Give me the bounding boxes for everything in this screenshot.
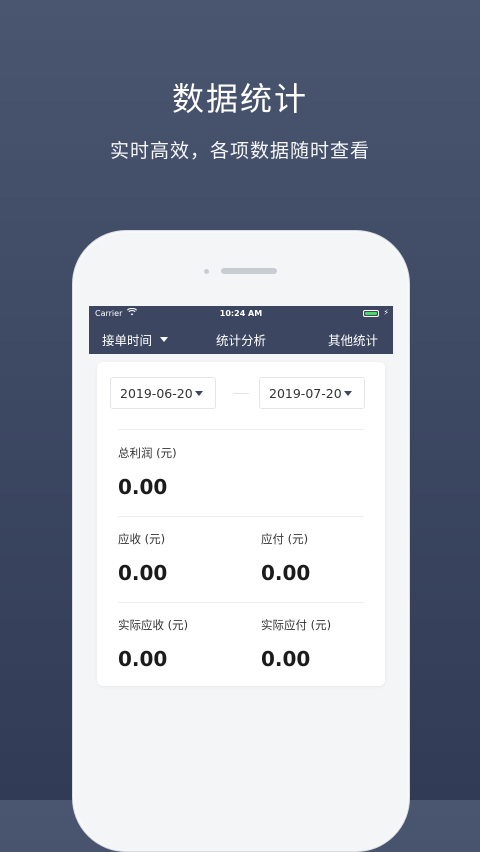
total-profit-label: 总利润 (元) <box>118 446 177 460</box>
other-stats-button[interactable]: 其他统计 <box>328 330 378 349</box>
phone-screen: Carrier 10:24 AM ⚡ 接单时间 统计分析 其他统计 2019-0… <box>89 306 393 851</box>
date-separator <box>233 393 249 394</box>
caret-down-icon <box>195 391 203 396</box>
start-date-picker[interactable]: 2019-06-20 <box>110 377 216 409</box>
start-date-value: 2019-06-20 <box>120 386 193 401</box>
camera-dot <box>204 269 209 274</box>
top-bar: Carrier 10:24 AM ⚡ 接单时间 统计分析 其他统计 <box>89 306 393 354</box>
phone-mockup: Carrier 10:24 AM ⚡ 接单时间 统计分析 其他统计 2019-0… <box>72 230 410 852</box>
stats-card: 2019-06-20 2019-07-20 总利润 (元) 0.00 应收 (元… <box>97 362 385 686</box>
actual-payable-label: 实际应付 (元) <box>261 618 332 632</box>
total-profit-value: 0.00 <box>118 475 168 499</box>
receivable-value: 0.00 <box>118 561 168 585</box>
payable-label: 应付 (元) <box>261 532 309 546</box>
actual-receivable-label: 实际应收 (元) <box>118 618 189 632</box>
payable-value: 0.00 <box>261 561 311 585</box>
divider <box>118 602 364 603</box>
caret-down-icon <box>344 391 352 396</box>
battery-icon <box>363 310 379 317</box>
end-date-picker[interactable]: 2019-07-20 <box>259 377 365 409</box>
charging-icon: ⚡ <box>383 308 389 317</box>
actual-payable-value: 0.00 <box>261 647 311 671</box>
hero-title: 数据统计 <box>171 80 308 118</box>
receivable-label: 应收 (元) <box>118 532 166 546</box>
actual-receivable-value: 0.00 <box>118 647 168 671</box>
nav-row: 接单时间 统计分析 其他统计 <box>89 326 393 352</box>
divider <box>118 516 364 517</box>
status-time: 10:24 AM <box>219 309 263 318</box>
end-date-value: 2019-07-20 <box>269 386 342 401</box>
status-bar: Carrier 10:24 AM ⚡ <box>89 306 393 322</box>
speaker-grille <box>221 268 277 274</box>
divider <box>118 429 364 430</box>
hero-subtitle: 实时高效，各项数据随时查看 <box>109 140 370 162</box>
